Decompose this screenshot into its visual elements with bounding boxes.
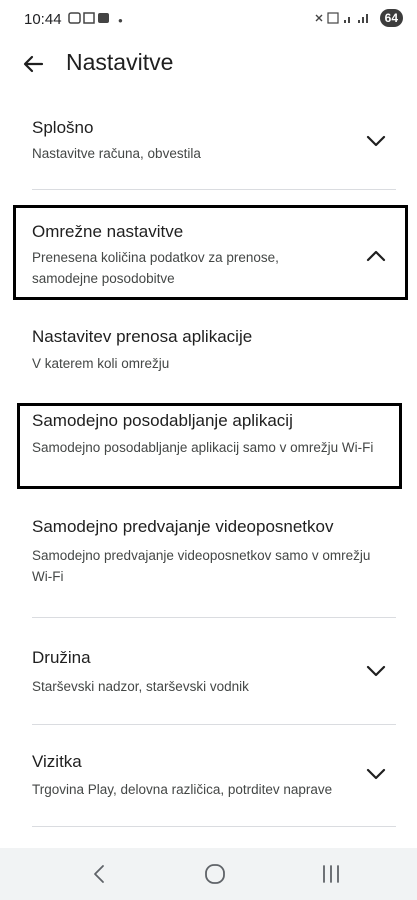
signal-icons xyxy=(315,12,368,24)
section-network-settings[interactable]: Omrežne nastavitve Prenesena količina po… xyxy=(0,205,417,300)
status-time: 10:44 xyxy=(24,11,62,28)
notification-icons-svg xyxy=(67,12,109,24)
section-title: Samodejno predvajanje videoposnetkov xyxy=(32,517,334,536)
section-title: Družina xyxy=(32,648,91,667)
section-auto-play-videos[interactable]: Samodejno predvajanje videoposnetkov Sam… xyxy=(0,505,417,605)
battery-icon: 64 xyxy=(379,9,403,27)
section-title: Nastavitev prenosa aplikacije xyxy=(32,327,253,346)
section-subtitle: Trgovina Play, delovna različica, potrdi… xyxy=(32,782,333,797)
section-auto-update-apps[interactable]: Samodejno posodabljanje aplikacij Samode… xyxy=(0,403,417,489)
divider xyxy=(32,617,396,618)
system-navigation-bar xyxy=(0,848,417,900)
chevron-down-icon[interactable] xyxy=(365,664,387,678)
nav-recents-icon xyxy=(323,865,339,883)
nav-recents-button[interactable] xyxy=(316,862,346,886)
section-subtitle: Samodejno posodabljanje aplikacij samo v… xyxy=(32,440,374,455)
section-subtitle: V katerem koli omrežju xyxy=(32,356,170,371)
section-subtitle: Starševski nadzor, starševski vodnik xyxy=(32,679,249,694)
section-about[interactable]: Vizitka Trgovina Play, delovna različica… xyxy=(0,735,417,825)
section-title: Omrežne nastavitve xyxy=(32,222,184,241)
nav-back-button[interactable] xyxy=(84,862,114,886)
divider xyxy=(32,189,396,190)
arrow-left-icon xyxy=(23,55,44,73)
section-general[interactable]: Splošno Nastavitve računa, obvestila xyxy=(0,100,417,190)
divider xyxy=(32,724,396,725)
dot-icon: • xyxy=(118,13,124,28)
section-title: Samodejno posodabljanje aplikacij xyxy=(32,411,293,430)
section-title: Vizitka xyxy=(32,752,82,771)
section-family[interactable]: Družina Starševski nadzor, starševski vo… xyxy=(0,630,417,720)
nav-back-icon xyxy=(94,865,104,883)
divider xyxy=(32,826,396,827)
nav-home-button[interactable] xyxy=(200,862,230,886)
page-title: Nastavitve xyxy=(66,49,174,75)
section-subtitle: Samodejno predvajanje videoposnetkov sam… xyxy=(32,548,371,584)
top-app-bar: Nastavitve xyxy=(0,42,417,86)
notification-icons: • xyxy=(67,11,124,28)
section-subtitle: Prenesena količina podatkov za prenose, … xyxy=(32,250,279,286)
back-button[interactable] xyxy=(20,50,48,78)
status-bar: 10:44 • 64 xyxy=(0,0,417,36)
section-subtitle: Nastavitve računa, obvestila xyxy=(32,146,201,161)
chevron-up-icon[interactable] xyxy=(365,249,387,263)
chevron-down-icon[interactable] xyxy=(365,134,387,148)
nav-home-icon xyxy=(205,864,225,884)
section-app-download-preference[interactable]: Nastavitev prenosa aplikacije V katerem … xyxy=(0,318,417,388)
chevron-down-icon[interactable] xyxy=(365,767,387,781)
section-title: Splošno xyxy=(32,118,94,137)
